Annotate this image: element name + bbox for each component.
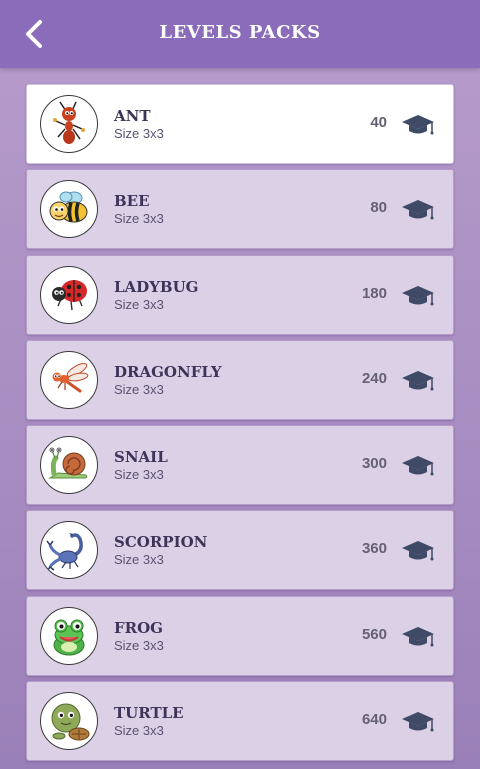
app-header: LEVELS PACKS [0,0,480,68]
turtle-icon [40,692,98,751]
pack-points: 640 [361,711,387,729]
pack-size: Size 3x3 [114,296,164,312]
pack-name: FROG [114,618,163,637]
pack-item-scorpion[interactable]: SCORPION Size 3x3 360 [26,510,454,591]
dragonfly-icon [40,350,98,409]
pack-size: Size 3x3 [114,552,164,568]
pack-size: Size 3x3 [114,381,164,397]
pack-points: 360 [361,540,387,558]
pack-item-turtle[interactable]: TURTLE Size 3x3 640 [26,681,454,762]
graduation-cap-icon [402,712,434,732]
graduation-cap-icon [402,370,434,391]
pack-points: 180 [361,284,387,302]
pack-size: Size 3x3 [114,126,164,141]
pack-points: 40 [370,114,387,131]
pack-item-frog[interactable]: FROG Size 3x3 560 [26,595,454,676]
graduation-cap-icon [402,200,434,220]
frog-icon [40,606,98,665]
pack-name: BEE [114,192,150,211]
bee-icon [40,180,98,239]
pack-name: LADYBUG [114,277,199,296]
pack-points: 560 [361,625,387,643]
snail-icon [40,436,98,495]
graduation-cap-icon [402,115,434,135]
pack-size: Size 3x3 [114,467,164,483]
graduation-cap-icon [402,285,434,306]
pack-points: 300 [361,455,387,473]
graduation-cap-icon [402,541,434,561]
graduation-cap-icon [402,456,434,476]
pack-size: Size 3x3 [114,723,164,739]
pack-name: SNAIL [114,448,168,467]
pack-name: TURTLE [114,704,184,723]
pack-item-ladybug[interactable]: LADYBUG Size 3x3 180 [26,254,454,335]
graduation-cap-icon [402,626,434,647]
levels-pack-list: ANT Size 3x3 40 BEE Size 3x3 80 LADYBUG … [26,84,454,766]
pack-name: SCORPION [114,533,208,552]
pack-points: 240 [361,369,387,387]
scorpion-icon [40,521,98,580]
pack-item-ant[interactable]: ANT Size 3x3 40 [26,84,454,164]
pack-points: 80 [370,199,387,217]
pack-item-snail[interactable]: SNAIL Size 3x3 300 [26,425,454,506]
ant-icon [40,95,98,153]
pack-size: Size 3x3 [114,211,164,227]
pack-item-bee[interactable]: BEE Size 3x3 80 [26,169,454,250]
pack-name: ANT [114,107,151,125]
ladybug-icon [40,265,98,324]
pack-item-dragonfly[interactable]: DRAGONFLY Size 3x3 240 [26,339,454,420]
page-title: LEVELS PACKS [159,22,321,43]
pack-size: Size 3x3 [114,637,164,653]
pack-name: DRAGONFLY [114,362,222,381]
